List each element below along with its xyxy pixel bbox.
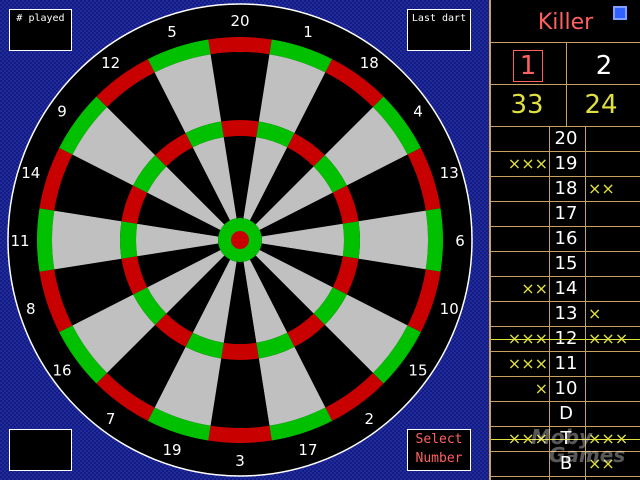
target-row: 17 [491, 202, 640, 227]
menu-button[interactable] [613, 6, 627, 20]
board-number-label: 11 [10, 232, 29, 250]
select-label: Select [415, 432, 463, 447]
target-row: ××× 19 [491, 152, 640, 177]
target-number: 19 [554, 153, 578, 174]
select-number-button[interactable]: Select Number [407, 429, 471, 471]
board-area: 20 1 18 4 13 6 10 15 2 17 3 19 7 16 8 11 14 9 12 5 # played… [0, 0, 489, 480]
segment-20-treble [221, 120, 259, 138]
target-number: 16 [554, 228, 578, 249]
player-1-marks: ××× [507, 354, 548, 373]
board-number-label: 6 [455, 232, 465, 250]
board-number-label: 5 [167, 23, 177, 41]
score-panel: Killer 1 2 33 24 20 ××× 19 18 ×× 17 16 15 ×× 14 13… [489, 0, 640, 480]
target-row: × 10 [491, 377, 640, 402]
segment-20-double [208, 37, 272, 55]
target-row: ××× 12 ××× [491, 327, 640, 352]
board-number-label: 14 [21, 164, 40, 182]
board-number-label: 20 [230, 12, 249, 30]
target-row: 20 [491, 127, 640, 152]
segment-3-treble [221, 342, 259, 360]
target-row: 15 [491, 252, 640, 277]
player-1-marks: ×× [521, 279, 548, 298]
board-number-label: 1 [303, 23, 313, 41]
target-number: D [559, 403, 573, 424]
last-dart-box: Last dart [407, 9, 471, 51]
target-row: ×× 14 [491, 277, 640, 302]
board-number-label: 16 [52, 361, 71, 379]
player-1-marks: × [534, 379, 548, 398]
played-label: # played [16, 13, 65, 24]
board-number-label: 19 [162, 441, 181, 459]
target-number: 17 [554, 203, 578, 224]
target-number: 15 [554, 253, 578, 274]
board-number-label: 17 [298, 441, 317, 459]
segment-6-double [425, 208, 443, 272]
board-number-label: 13 [440, 164, 459, 182]
target-row: 16 [491, 227, 640, 252]
target-number: 18 [554, 178, 578, 199]
target-number: 11 [554, 353, 578, 374]
divider [491, 476, 640, 477]
segment-3-double [208, 425, 272, 443]
target-row: D [491, 402, 640, 427]
board-number-label: 4 [413, 103, 423, 121]
board-number-label: 12 [101, 54, 120, 72]
player-1-score: 33 [510, 90, 544, 120]
target-number: 13 [554, 303, 578, 324]
target-row: 13 × [491, 302, 640, 327]
player-2-score: 24 [584, 90, 618, 120]
board-number-label: 2 [365, 410, 375, 428]
player-1-indicator: 1 [513, 50, 543, 82]
board-number-label: 18 [360, 54, 379, 72]
dartboard[interactable]: 20 1 18 4 13 6 10 15 2 17 3 19 7 16 8 11 14 9 12 5 [0, 0, 489, 480]
player-2-indicator: 2 [595, 51, 613, 81]
board-number-label: 10 [440, 300, 459, 318]
target-row: 18 ×× [491, 177, 640, 202]
board-number-label: 8 [26, 300, 36, 318]
last-dart-label: Last dart [411, 13, 467, 24]
played-count-box: # played [9, 9, 72, 51]
divider [491, 84, 640, 85]
segment-6-treble [342, 221, 360, 259]
player-2-marks: × [588, 304, 602, 323]
target-number: 10 [554, 378, 578, 399]
blank-box [9, 429, 72, 471]
player-2-marks: ×× [588, 179, 615, 198]
target-row: ××× 11 [491, 352, 640, 377]
target-number: 14 [554, 278, 578, 299]
segment-11-treble [120, 221, 138, 259]
watermark: Moby Games [531, 427, 625, 465]
player-1-marks: ××× [507, 154, 548, 173]
board-number-label: 15 [408, 361, 427, 379]
segment-11-double [37, 208, 55, 272]
board-number-label: 3 [235, 452, 245, 470]
bullseye [231, 231, 249, 249]
target-number: 20 [554, 128, 578, 149]
board-number-label: 7 [106, 410, 116, 428]
number-label: Number [415, 451, 463, 466]
board-number-label: 9 [57, 103, 67, 121]
closed-line [491, 339, 640, 340]
